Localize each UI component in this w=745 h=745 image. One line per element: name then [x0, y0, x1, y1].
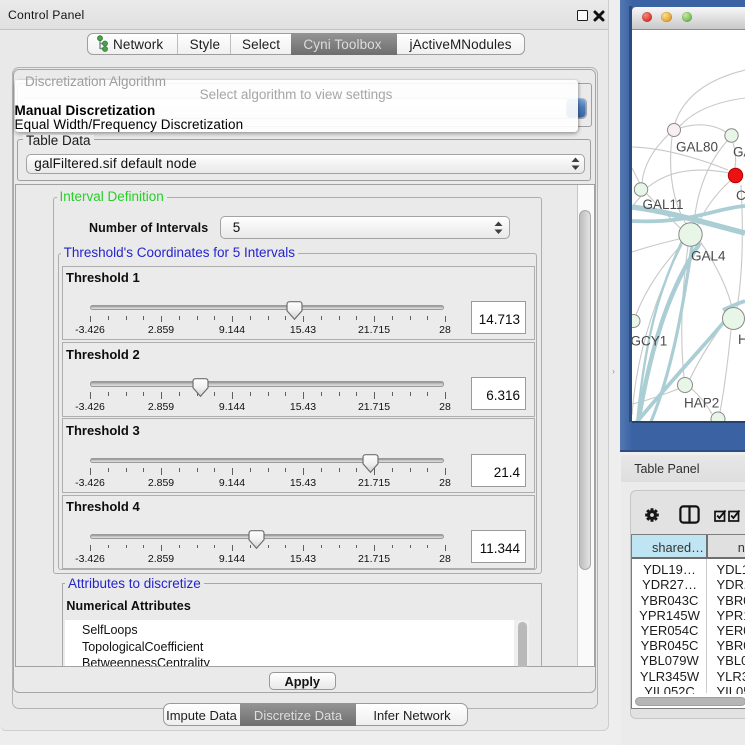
svg-text:GAL80: GAL80 [676, 140, 718, 155]
svg-text:GAL11: GAL11 [643, 197, 684, 212]
svg-text:GCY1: GCY1 [632, 334, 667, 349]
svg-text:H: H [738, 332, 745, 347]
svg-text:GAL4: GAL4 [691, 249, 726, 264]
svg-text:HAP2: HAP2 [684, 396, 719, 411]
svg-text:GA: GA [733, 145, 745, 160]
svg-text:C: C [736, 188, 745, 203]
